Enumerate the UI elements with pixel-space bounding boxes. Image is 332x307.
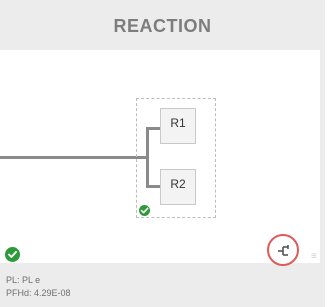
- branch-connector: [146, 127, 160, 188]
- card-title: REACTION: [113, 16, 212, 36]
- block-r1-label: R1: [170, 116, 186, 130]
- block-r2[interactable]: R2: [160, 169, 196, 205]
- group-check-icon: [139, 205, 150, 216]
- pfhd-value: PFHd: 4.29E-08: [6, 288, 71, 298]
- performance-level: PL: PL e: [6, 275, 41, 285]
- block-r1[interactable]: R1: [160, 108, 196, 144]
- reaction-card: REACTION R1 R2 ≡ PL: PL e PFHd: 4.29E-08: [0, 0, 325, 307]
- faded-edit-icon: ≡: [311, 251, 317, 262]
- branch-icon: [278, 245, 289, 256]
- block-r2-label: R2: [170, 177, 186, 191]
- check-circle-icon: [5, 247, 20, 262]
- input-connection-line: [0, 156, 146, 159]
- branch-button[interactable]: [267, 234, 299, 266]
- diagram-canvas[interactable]: R1 R2: [0, 50, 320, 263]
